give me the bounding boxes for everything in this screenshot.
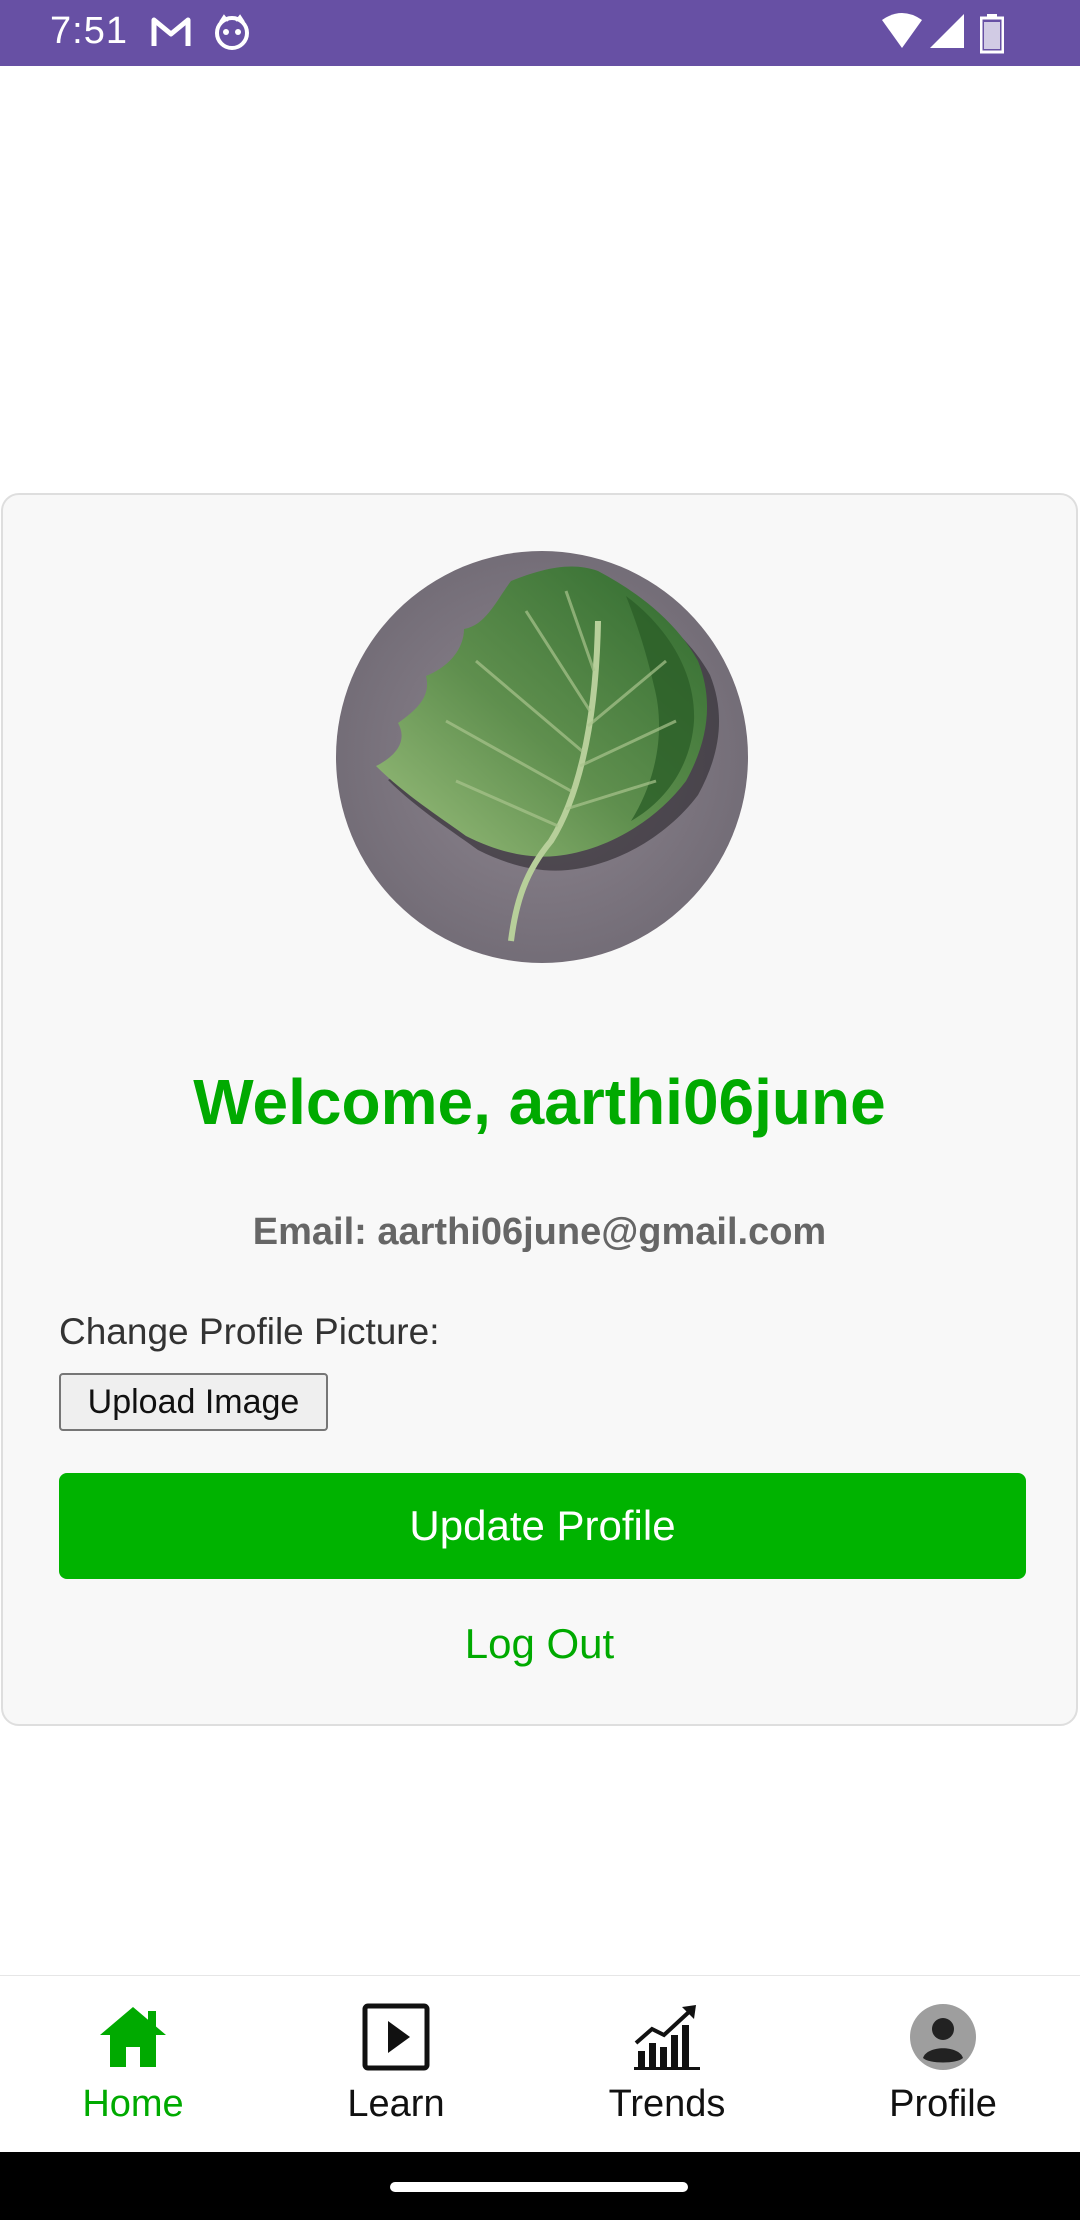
nav-learn-label: Learn — [347, 2083, 445, 2125]
email-text: Email: aarthi06june@gmail.com — [252, 1211, 827, 1253]
nav-profile-label: Profile — [889, 2083, 997, 2125]
logout-link[interactable]: Log Out — [3, 1620, 1076, 1668]
profile-card: Welcome, aarthi06june Email: aarthi06jun… — [1, 493, 1078, 1726]
assistant-icon — [212, 12, 252, 57]
change-picture-label: Change Profile Picture: — [59, 1311, 440, 1352]
home-icon — [98, 2003, 168, 2071]
upload-image-button[interactable]: Upload Image — [59, 1373, 328, 1431]
play-icon — [362, 2003, 430, 2071]
nav-trends[interactable]: Trends — [587, 1976, 747, 2153]
update-profile-button[interactable]: Update Profile — [59, 1473, 1026, 1579]
wifi-icon — [880, 12, 924, 57]
battery-icon — [979, 14, 1005, 59]
welcome-heading: Welcome, aarthi06june — [193, 1066, 886, 1138]
gmail-icon — [150, 12, 192, 57]
nav-learn[interactable]: Learn — [316, 1976, 476, 2153]
nav-home-label: Home — [82, 2083, 184, 2125]
status-time: 7:51 — [50, 10, 128, 52]
home-gesture-handle[interactable] — [390, 2182, 688, 2192]
bottom-nav: Home Learn Trends Profile — [0, 1975, 1080, 2153]
signal-icon — [928, 12, 966, 57]
status-bar: 7:51 — [0, 0, 1080, 66]
trends-icon — [632, 2003, 702, 2071]
nav-trends-label: Trends — [608, 2083, 726, 2125]
nav-home[interactable]: Home — [53, 1976, 213, 2153]
profile-icon — [909, 2003, 977, 2071]
profile-avatar[interactable] — [336, 551, 748, 963]
nav-profile[interactable]: Profile — [863, 1976, 1023, 2153]
